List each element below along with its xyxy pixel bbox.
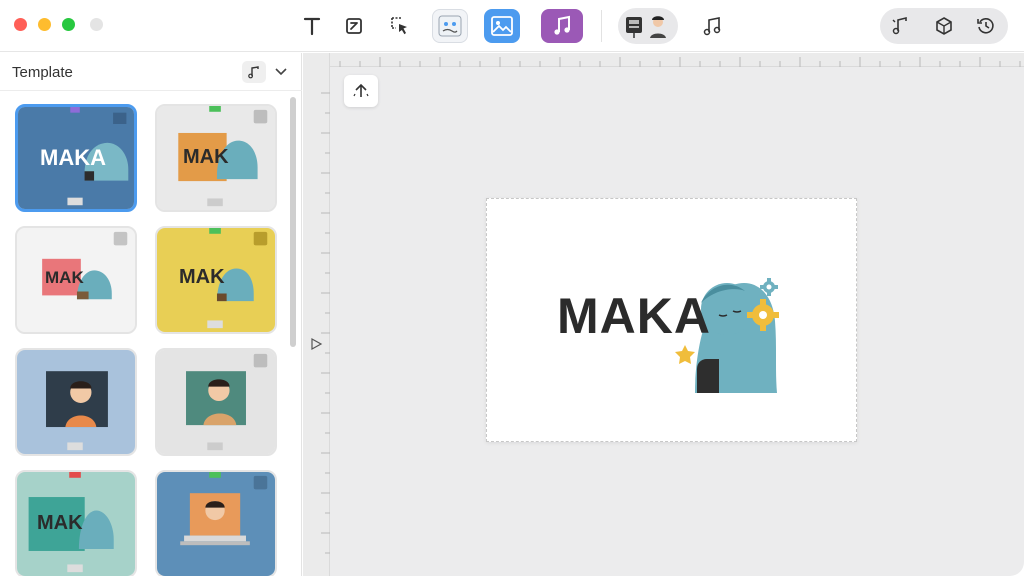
history-icon [977, 18, 994, 34]
template-sidebar: Template MAKA MAK MAK MAK MAK [0, 53, 302, 576]
audio-note-icon [703, 17, 721, 36]
text-icon [303, 17, 321, 36]
thumbnail-label: MAKA [40, 145, 106, 170]
3d-object-button[interactable] [928, 10, 960, 42]
artboard[interactable]: MAKA [486, 198, 857, 442]
sidebar-title: Template [12, 64, 73, 81]
ruler-ticks [339, 57, 1021, 67]
text-tool-button[interactable] [294, 9, 330, 43]
minimize-window-button[interactable] [38, 18, 51, 31]
template-preview [157, 350, 275, 454]
template-thumbnail[interactable] [15, 348, 137, 456]
extra-window-button[interactable] [90, 18, 103, 31]
thumbnail-label: MAK [179, 266, 225, 288]
template-preview [157, 472, 275, 576]
cube-icon [936, 17, 952, 35]
template-thumbnail[interactable]: MAK [155, 104, 277, 212]
app-window: Template MAKA MAK MAK MAK MAK MAKA [0, 0, 1024, 576]
star-icon [675, 345, 695, 364]
music-note-icon [892, 16, 907, 35]
template-preview [17, 350, 135, 454]
thumbnail-label: MAK [45, 268, 84, 287]
template-music-button[interactable] [242, 61, 266, 83]
avatar-icon [626, 16, 666, 38]
maximize-window-button[interactable] [62, 18, 75, 31]
history-button[interactable] [970, 10, 1002, 42]
horizontal-ruler [330, 53, 1024, 67]
music-tool-button[interactable] [541, 9, 583, 43]
music-note-button[interactable] [884, 10, 916, 42]
sticker-icon [438, 15, 462, 37]
sidebar-collapse-button[interactable] [272, 63, 290, 81]
sidebar-scrollbar[interactable] [290, 97, 296, 347]
ruler-ticks [311, 92, 330, 554]
music-icon [554, 15, 570, 35]
image-icon [491, 16, 513, 36]
template-thumbnail[interactable]: MAK [15, 226, 137, 334]
select-cursor-icon [391, 17, 407, 35]
vertical-ruler [303, 53, 330, 576]
template-thumbnail[interactable]: MAKA [15, 104, 137, 212]
sticker-tool-button[interactable] [432, 9, 468, 43]
thumbnail-label: MAK [183, 146, 229, 168]
edit-tool-button[interactable] [336, 9, 372, 43]
template-thumbnail[interactable] [155, 470, 277, 576]
thumbnail-label: MAK [37, 512, 83, 534]
music-note-icon [248, 66, 259, 79]
logo-text: MAKA [557, 288, 711, 344]
toolbar-divider [601, 10, 602, 42]
top-toolbar [0, 0, 1024, 52]
close-window-button[interactable] [14, 18, 27, 31]
avatar-tool-button[interactable] [618, 8, 678, 44]
edit-icon [346, 18, 362, 34]
chevron-down-icon [275, 68, 287, 76]
select-tool-button[interactable] [382, 9, 418, 43]
audio-tool-button[interactable] [694, 9, 730, 43]
sidebar-header: Template [0, 53, 302, 91]
upload-icon [353, 83, 369, 97]
template-thumbnail[interactable] [155, 348, 277, 456]
template-thumbnail[interactable]: MAK [155, 226, 277, 334]
template-thumbnail[interactable]: MAK [15, 470, 137, 576]
upload-button[interactable] [344, 75, 378, 107]
image-tool-button[interactable] [484, 9, 520, 43]
